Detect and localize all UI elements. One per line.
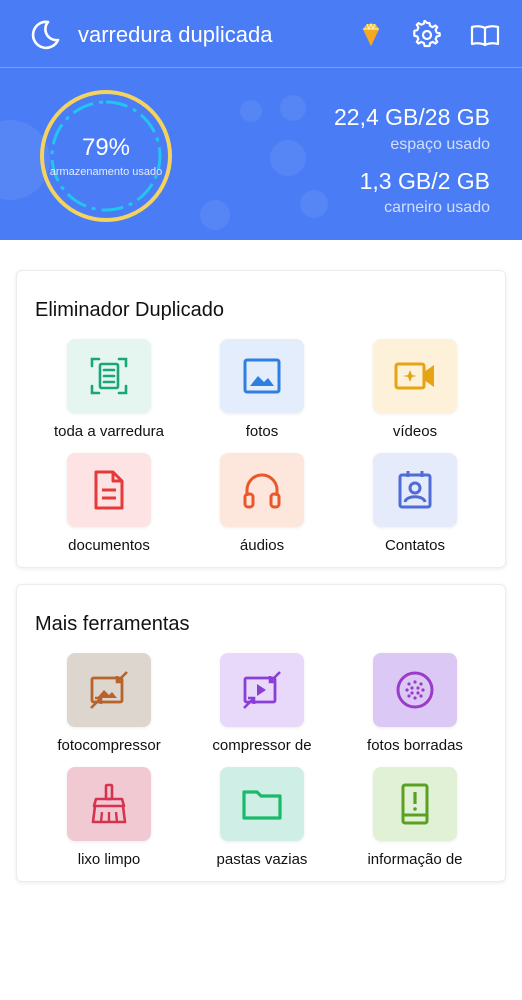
tile-device-info[interactable] — [373, 767, 457, 841]
duplicate-remover-title: Eliminador Duplicado — [35, 299, 224, 321]
moon-icon[interactable] — [28, 18, 62, 52]
document-icon — [94, 470, 124, 510]
video-icon — [394, 362, 434, 390]
top-app-bar: varredura duplicada — [0, 0, 522, 68]
more-tools-title: Mais ferramentas — [35, 613, 190, 635]
tile-label-videos: vídeos — [392, 423, 438, 440]
tile-label-blurred-photos: fotos borradas — [367, 737, 463, 754]
tile-label-audios: áudios — [239, 537, 285, 554]
blur-icon — [396, 671, 434, 709]
tile-label-full-scan: toda a varredura — [53, 423, 165, 440]
tile-contacts[interactable] — [373, 453, 457, 527]
ram-used-value: 1,3 GB/2 GB — [359, 168, 490, 194]
tile-full-scan[interactable] — [67, 339, 151, 413]
tile-photos[interactable] — [220, 339, 304, 413]
folder-icon — [242, 790, 282, 820]
tile-clean-junk[interactable] — [67, 767, 151, 841]
tile-label-video-compressor: compressor de — [212, 737, 312, 754]
space-used-value: 22,4 GB/28 GB — [334, 104, 490, 130]
tile-empty-folders[interactable] — [220, 767, 304, 841]
tile-photo-compressor[interactable] — [67, 653, 151, 727]
phone-info-icon — [401, 783, 429, 825]
broom-icon — [91, 783, 127, 824]
tile-label-photo-compressor: fotocompressor — [57, 737, 161, 754]
contact-icon — [398, 471, 432, 509]
scan-document-icon — [90, 357, 128, 395]
tile-label-photos: fotos — [245, 423, 279, 440]
headphones-icon — [243, 473, 281, 509]
tile-documents[interactable] — [67, 453, 151, 527]
tile-label-contacts: Contatos — [384, 537, 446, 554]
tile-blurred-photos[interactable] — [373, 653, 457, 727]
tile-label-device-info: informação de — [367, 851, 463, 868]
photo-compress-icon — [90, 671, 128, 709]
space-used-label: espaço usado — [390, 136, 490, 153]
storage-label: armazenamento usado — [49, 166, 163, 178]
storage-percent: 79% — [81, 134, 131, 161]
header-panel: varredura duplicada 79% armazenamento us… — [0, 0, 522, 240]
tile-video-compressor[interactable] — [220, 653, 304, 727]
tile-videos[interactable] — [373, 339, 457, 413]
tile-audios[interactable] — [220, 453, 304, 527]
image-icon — [243, 358, 281, 394]
video-compress-icon — [243, 671, 281, 709]
tile-label-clean-junk: lixo limpo — [77, 851, 141, 868]
gear-icon[interactable] — [412, 20, 442, 50]
diamond-icon[interactable] — [356, 20, 386, 50]
book-icon[interactable] — [470, 20, 500, 50]
more-tools-card: Mais ferramentas fotocompressor compress… — [16, 584, 506, 882]
ram-used-label: carneiro usado — [384, 199, 490, 216]
tile-label-documents: documentos — [68, 537, 150, 554]
app-title: varredura duplicada — [78, 22, 273, 47]
tile-label-empty-folders: pastas vazias — [216, 851, 308, 868]
duplicate-remover-card: Eliminador Duplicado toda a varredura fo… — [16, 270, 506, 568]
